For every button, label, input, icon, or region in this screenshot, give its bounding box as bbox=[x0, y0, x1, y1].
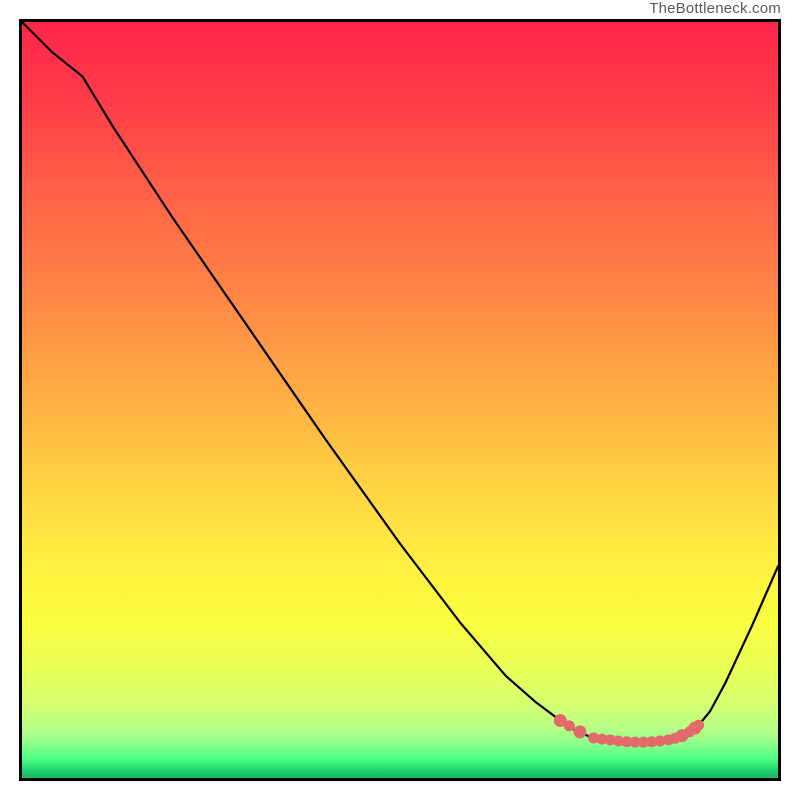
background-gradient bbox=[22, 22, 778, 778]
attribution-text: TheBottleneck.com bbox=[649, 0, 781, 18]
chart-plot-area bbox=[19, 19, 781, 781]
